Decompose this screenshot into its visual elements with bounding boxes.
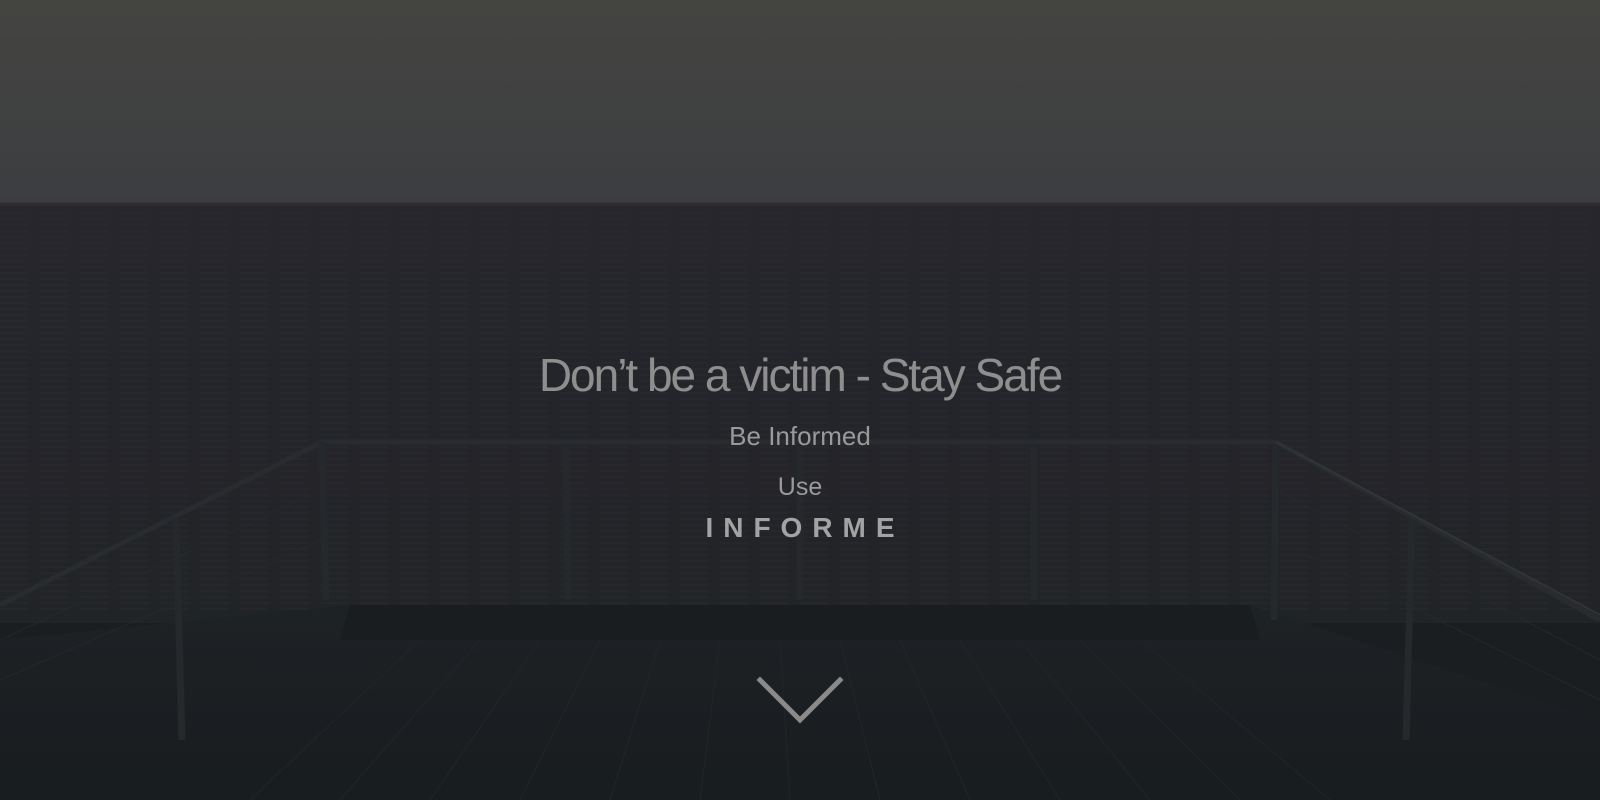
hero-headline: Don’t be a victim - Stay Safe [538, 349, 1063, 401]
chevron-down-icon [756, 676, 844, 724]
brand-name: INFORME [705, 512, 905, 543]
hero-use-label: Use [777, 473, 823, 501]
hero-subheading: Be Informed [729, 421, 871, 451]
hero-section: Don’t be a victim - Stay Safe Be Informe… [0, 0, 1600, 800]
scroll-down-button[interactable] [756, 676, 844, 726]
